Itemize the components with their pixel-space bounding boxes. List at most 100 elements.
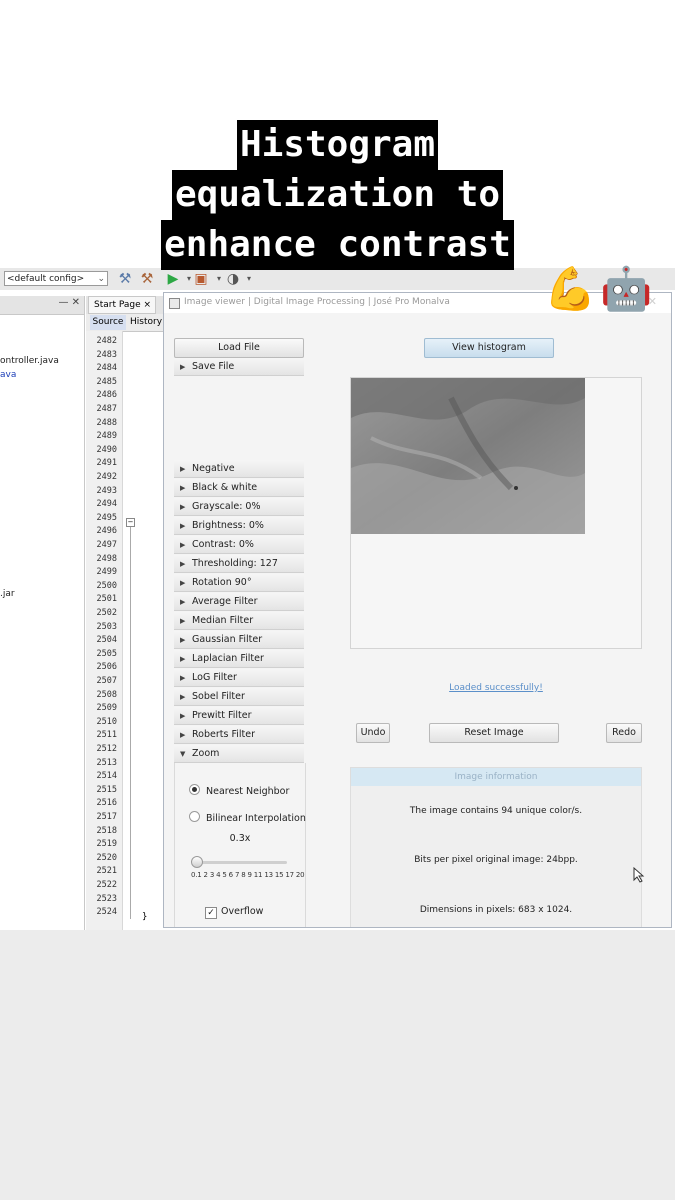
zoom-slider-track[interactable] xyxy=(193,861,287,864)
view-histogram-button[interactable]: View histogram xyxy=(424,338,554,358)
filter-accordion[interactable]: ▶ Brightness: 0% xyxy=(174,517,304,535)
accordion-label: Average Filter xyxy=(192,596,258,607)
filter-accordion[interactable]: ▶ Prewitt Filter xyxy=(174,707,304,725)
window-title: Image viewer | Digital Image Processing … xyxy=(184,297,450,307)
line-number: 2497 xyxy=(96,540,117,550)
hammer-icon[interactable]: ⚒ xyxy=(116,270,134,288)
line-number: 2482 xyxy=(96,336,117,346)
background-fill xyxy=(0,930,675,1200)
line-number: 2499 xyxy=(96,567,117,578)
zoom-slider-ticks: 0.1 2 3 4 5 6 7 8 9 11 13 15 17 20 xyxy=(191,871,305,879)
zoom-slider-thumb[interactable] xyxy=(191,856,203,868)
chevron-right-icon: ▶ xyxy=(180,541,186,549)
line-number: 2509 xyxy=(96,703,117,714)
debug-icon[interactable]: ▣ xyxy=(192,270,210,288)
line-number: 2491 xyxy=(96,458,117,469)
filter-accordion[interactable]: ▶ Grayscale: 0% xyxy=(174,498,304,516)
line-number: 2492 xyxy=(96,472,117,482)
clean-build-icon[interactable]: ⚒ xyxy=(138,270,156,288)
radio-empty-icon xyxy=(189,811,200,822)
image-frame xyxy=(350,377,642,649)
check-icon: ✓ xyxy=(205,907,217,919)
info-unique-colors: The image contains 94 unique color/s. xyxy=(409,806,583,816)
tab-history[interactable]: History xyxy=(130,315,162,330)
bilinear-radio[interactable]: Bilinear Interpolation xyxy=(189,811,306,824)
accordion-label: Zoom xyxy=(192,748,220,759)
filter-accordion[interactable]: ▶ Sobel Filter xyxy=(174,688,304,706)
config-select-value: <default config> xyxy=(7,274,85,284)
line-number: 2524 xyxy=(96,907,117,918)
filter-accordion[interactable]: ▶ Rotation 90° xyxy=(174,574,304,592)
accordion-label: Thresholding: 127 xyxy=(192,558,278,569)
accordion-label: Roberts Filter xyxy=(192,729,255,740)
editor-tab-bar: Start Page × xyxy=(86,296,166,314)
project-pane: — ✕ ontroller.java ava .jar xyxy=(0,296,85,930)
status-message: Loaded successfully! xyxy=(449,683,543,693)
filter-accordion[interactable]: ▶ Black & white xyxy=(174,479,304,497)
filter-accordion[interactable]: ▶ Median Filter xyxy=(174,612,304,630)
robot-emoji: 🤖 xyxy=(600,264,653,313)
chevron-right-icon: ▶ xyxy=(180,731,186,739)
info-panel-header[interactable]: Image information xyxy=(351,768,641,786)
undo-button[interactable]: Undo xyxy=(356,723,390,743)
reset-image-button[interactable]: Reset Image xyxy=(429,723,559,743)
accordion-label: Median Filter xyxy=(192,615,254,626)
line-number: 2507 xyxy=(96,676,117,686)
chevron-right-icon: ▶ xyxy=(180,363,186,371)
load-file-button[interactable]: Load File xyxy=(174,338,304,358)
filter-accordion[interactable]: ▶ LoG Filter xyxy=(174,669,304,687)
line-number: 2498 xyxy=(96,553,117,564)
close-icon[interactable]: × xyxy=(143,297,151,314)
line-number: 2496 xyxy=(96,526,117,537)
line-number: 2495 xyxy=(96,512,117,523)
line-number: 2501 xyxy=(96,594,117,605)
chevron-right-icon: ▶ xyxy=(180,484,186,492)
line-number: 2494 xyxy=(96,499,117,510)
line-number: 2502 xyxy=(96,608,117,618)
app-icon xyxy=(169,298,180,309)
line-number: 2520 xyxy=(96,852,117,863)
filter-accordion[interactable]: ▶ Roberts Filter xyxy=(174,726,304,744)
config-select[interactable]: <default config> ⌄ xyxy=(4,271,108,286)
filter-accordion[interactable]: ▶ Negative xyxy=(174,460,304,478)
chevron-right-icon: ▶ xyxy=(180,522,186,530)
info-bits-per-pixel: Bits per pixel original image: 24bpp. xyxy=(414,855,578,865)
editor-subtabs: Source History xyxy=(86,314,166,332)
nearest-neighbor-radio[interactable]: Nearest Neighbor xyxy=(189,784,289,797)
fold-toggle-icon[interactable]: − xyxy=(126,518,135,527)
zoom-value: 0.3x xyxy=(229,833,251,844)
filter-accordion[interactable]: ▶ Contrast: 0% xyxy=(174,536,304,554)
line-number: 2483 xyxy=(96,349,117,360)
line-number: 2514 xyxy=(96,771,117,782)
filter-accordion[interactable]: ▶ Thresholding: 127 xyxy=(174,555,304,573)
chevron-right-icon: ▶ xyxy=(180,693,186,701)
line-number: 2515 xyxy=(96,784,117,795)
pane-minimize-icon[interactable]: — ✕ xyxy=(58,297,80,308)
profile-dropdown-icon[interactable]: ▾ xyxy=(240,270,258,288)
redo-button[interactable]: Redo xyxy=(606,723,642,743)
project-file[interactable]: ontroller.java xyxy=(0,356,59,366)
code-closing-brace: } xyxy=(142,912,148,922)
flexed-arm-emoji: 💪 xyxy=(544,264,597,313)
line-number: 2511 xyxy=(96,730,117,741)
chevron-right-icon: ▶ xyxy=(180,655,186,663)
filter-accordion[interactable]: ▶ Laplacian Filter xyxy=(174,650,304,668)
caption-line: equalization to xyxy=(171,170,504,220)
project-file[interactable]: ava xyxy=(0,370,16,380)
line-number: 2508 xyxy=(96,689,117,700)
line-number: 2487 xyxy=(96,404,117,414)
line-number: 2500 xyxy=(96,580,117,591)
tab-start-page-label: Start Page xyxy=(94,300,141,310)
zoom-accordion[interactable]: ▼ Zoom xyxy=(174,745,304,763)
filter-accordion[interactable]: ▶ Average Filter xyxy=(174,593,304,611)
filter-accordion[interactable]: ▶ Gaussian Filter xyxy=(174,631,304,649)
accordion-label: Gaussian Filter xyxy=(192,634,263,645)
overflow-checkbox[interactable]: ✓ Overflow xyxy=(205,906,263,919)
radio-label: Nearest Neighbor xyxy=(206,786,290,797)
tab-start-page[interactable]: Start Page × xyxy=(88,296,156,314)
project-file[interactable]: .jar xyxy=(0,589,15,599)
save-file-accordion[interactable]: ▶ Save File xyxy=(174,358,304,376)
tab-source[interactable]: Source xyxy=(90,315,126,330)
accordion-label: Rotation 90° xyxy=(192,577,252,588)
accordion-label: Black & white xyxy=(192,482,258,493)
